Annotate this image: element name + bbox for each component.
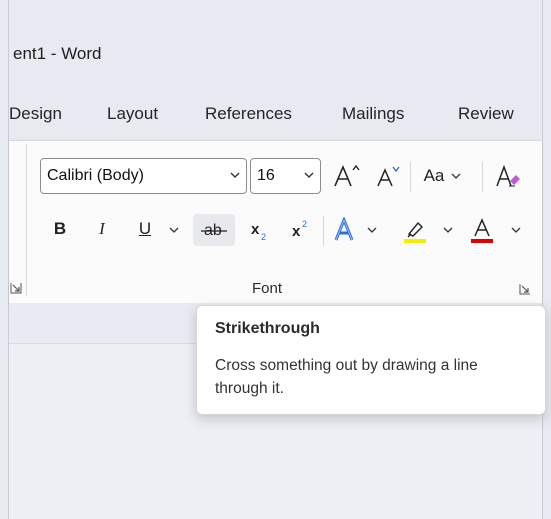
font-size-combobox[interactable]: 16 bbox=[250, 158, 321, 194]
font-color-icon bbox=[471, 218, 493, 243]
tab-references[interactable]: References bbox=[205, 104, 292, 124]
font-group-label: Font bbox=[252, 280, 283, 297]
chevron-down-icon[interactable] bbox=[168, 224, 180, 239]
strikethrough-button[interactable]: ab bbox=[193, 214, 235, 246]
bold-button[interactable]: B bbox=[46, 214, 74, 244]
chevron-down-icon[interactable] bbox=[303, 169, 315, 184]
svg-text:x: x bbox=[251, 221, 260, 238]
ribbon-tabs: Design Layout References Mailings Review bbox=[9, 96, 542, 134]
svg-text:x: x bbox=[292, 223, 301, 240]
tab-mailings[interactable]: Mailings bbox=[342, 104, 404, 124]
chevron-down-icon[interactable] bbox=[366, 224, 378, 239]
underline-icon: U bbox=[138, 219, 152, 238]
clear-formatting-button[interactable] bbox=[490, 160, 526, 192]
window-border bbox=[542, 0, 543, 519]
shrink-font-button[interactable] bbox=[368, 160, 406, 192]
window-title: ent1 - Word bbox=[13, 44, 102, 63]
highlight-button[interactable] bbox=[399, 214, 431, 246]
subscript-icon: x 2 bbox=[251, 221, 266, 242]
chevron-down-icon bbox=[451, 173, 461, 179]
group-divider bbox=[26, 144, 27, 296]
superscript-icon: x 2 bbox=[292, 219, 307, 240]
clear-formatting-icon bbox=[496, 164, 520, 187]
dialog-launcher-icon[interactable] bbox=[10, 282, 22, 294]
tab-layout[interactable]: Layout bbox=[107, 104, 158, 124]
separator bbox=[410, 162, 411, 192]
dialog-launcher-icon[interactable] bbox=[519, 282, 531, 295]
separator bbox=[323, 216, 324, 246]
chevron-down-icon[interactable] bbox=[229, 169, 241, 184]
svg-text:2: 2 bbox=[302, 219, 307, 229]
underline-button[interactable]: U bbox=[130, 214, 160, 244]
grow-font-button[interactable] bbox=[327, 160, 365, 192]
change-case-button[interactable]: Aa bbox=[416, 160, 470, 192]
highlighter-icon bbox=[404, 221, 426, 243]
font-color-button[interactable] bbox=[466, 214, 498, 246]
font-size-value: 16 bbox=[257, 167, 275, 184]
text-effects-icon bbox=[334, 217, 354, 241]
change-case-label: Aa bbox=[423, 166, 445, 185]
shrink-font-icon bbox=[377, 166, 400, 187]
superscript-button[interactable]: x 2 bbox=[285, 214, 315, 246]
font-color-swatch bbox=[471, 239, 493, 243]
chevron-down-icon[interactable] bbox=[510, 224, 522, 239]
tooltip-description: Cross something out by drawing a line th… bbox=[215, 357, 478, 397]
strikethrough-tooltip: Strikethrough Cross something out by dra… bbox=[196, 305, 546, 415]
tab-design[interactable]: Design bbox=[9, 104, 62, 124]
tab-review[interactable]: Review bbox=[458, 104, 514, 124]
separator bbox=[482, 162, 483, 192]
svg-text:2: 2 bbox=[261, 232, 266, 242]
grow-font-icon bbox=[334, 164, 360, 187]
tooltip-title: Strikethrough bbox=[215, 320, 320, 337]
italic-button[interactable]: I bbox=[88, 214, 116, 244]
title-bar: ent1 - Word bbox=[9, 0, 542, 96]
italic-icon: I bbox=[99, 219, 105, 238]
highlight-color-swatch bbox=[404, 239, 426, 243]
text-effects-button[interactable] bbox=[332, 214, 360, 246]
chevron-down-icon[interactable] bbox=[442, 224, 454, 239]
bold-icon: B bbox=[53, 219, 67, 238]
font-name-combobox[interactable]: Calibri (Body) bbox=[40, 158, 247, 194]
subscript-button[interactable]: x 2 bbox=[244, 214, 274, 246]
strikethrough-icon: ab bbox=[201, 222, 227, 239]
font-name-value: Calibri (Body) bbox=[47, 167, 144, 184]
